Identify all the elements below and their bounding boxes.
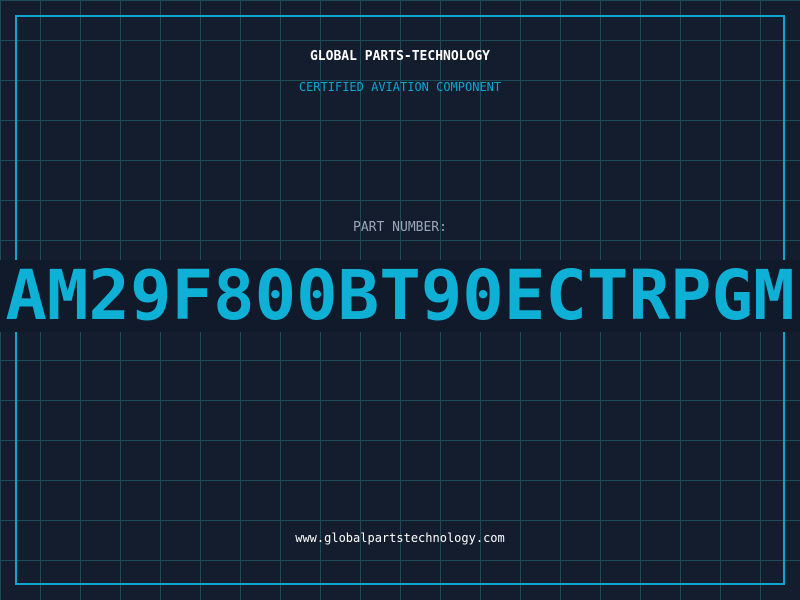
company-name: GLOBAL PARTS-TECHNOLOGY bbox=[309, 49, 490, 64]
certification-subtitle: CERTIFIED AVIATION COMPONENT bbox=[298, 80, 502, 94]
part-number-label: PART NUMBER: bbox=[353, 220, 447, 235]
website-url: www.globalpartstechnology.com bbox=[295, 531, 505, 545]
grid-background: GLOBAL PARTS-TECHNOLOGY CERTIFIED AVIATI… bbox=[0, 0, 800, 600]
part-number-value: AM29F800BT90ECTRPGM bbox=[5, 256, 795, 336]
